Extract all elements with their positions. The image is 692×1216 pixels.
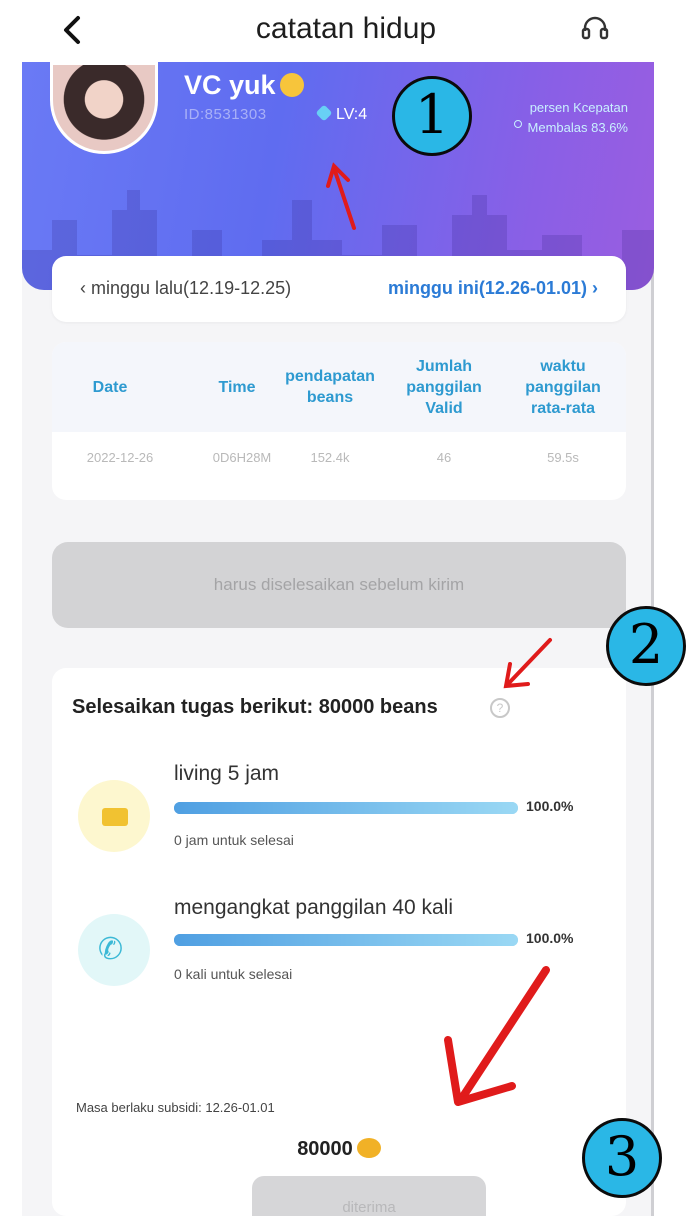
diamond-icon xyxy=(315,104,333,122)
progress-fill xyxy=(174,802,518,814)
phone-icon: ✆ xyxy=(78,914,150,986)
annotation-badge-3: 3 xyxy=(582,1118,662,1198)
reply-speed-value: Membalas 83.6% xyxy=(527,120,628,135)
app-frame: VC yuk ID:8531303 LV:4 persen Kcepatan M… xyxy=(22,62,654,1216)
reply-speed-label: persen Kcepatan xyxy=(529,100,628,115)
column-header-time: Time xyxy=(218,378,256,396)
submit-button[interactable]: harus diselesaikan sebelum kirim xyxy=(52,542,626,628)
task-name: living 5 jam xyxy=(174,762,280,785)
accept-button[interactable]: diterima xyxy=(252,1176,486,1216)
column-header-beans: pendapatan beans xyxy=(285,368,375,406)
cell-date: 2022-12-26 xyxy=(86,450,154,465)
info-dot-icon xyxy=(513,120,522,128)
column-header-valid-calls: Jumlah panggilan Valid xyxy=(406,357,482,417)
cell-time: 0D6H28M xyxy=(212,450,272,465)
progress-bar xyxy=(174,802,518,814)
bean-icon xyxy=(356,1138,381,1158)
progress-percent: 100.0% xyxy=(526,798,574,814)
annotation-badge-1: 1 xyxy=(392,76,472,156)
avatar[interactable] xyxy=(50,62,158,154)
progress-percent: 100.0% xyxy=(526,930,574,946)
reply-speed: persen Kcepatan Membalas 83.6% xyxy=(513,98,628,138)
reward-amount: 80000 xyxy=(52,1138,626,1161)
user-id: ID:8531303 xyxy=(184,106,267,123)
task-title: Selesaikan tugas berikut: 80000 beans xyxy=(72,696,438,718)
column-header-date: Date xyxy=(92,378,128,396)
task-remaining: 0 jam untuk selesai xyxy=(174,832,294,848)
level-text: LV:4 xyxy=(336,106,368,123)
task-remaining: 0 kali untuk selesai xyxy=(174,966,293,982)
current-week-link[interactable]: minggu ini(12.26-01.01) › xyxy=(388,278,598,299)
subsidy-validity: Masa berlaku subsidi: 12.26-01.01 xyxy=(76,1100,275,1115)
smile-emoji-icon xyxy=(279,73,304,97)
stats-table: Date Time pendapatan beans Jumlah panggi… xyxy=(52,342,626,500)
progress-bar xyxy=(174,934,518,946)
progress-fill xyxy=(174,934,518,946)
annotation-badge-2: 2 xyxy=(606,606,686,686)
week-switcher: ‹ minggu lalu(12.19-12.25) minggu ini(12… xyxy=(52,256,626,322)
level-badge: LV:4 xyxy=(315,104,368,124)
help-icon[interactable]: ? xyxy=(490,698,510,718)
cell-avg-call-time: 59.5s xyxy=(547,450,579,465)
task-card: Selesaikan tugas berikut: 80000 beans ? … xyxy=(52,668,626,1216)
headset-icon[interactable] xyxy=(580,14,610,44)
column-header-avg-call-time: waktu panggilan rata-rata xyxy=(525,357,601,417)
cell-valid-calls: 46 xyxy=(436,450,452,465)
previous-week-link[interactable]: ‹ minggu lalu(12.19-12.25) xyxy=(80,278,291,299)
cell-beans: 152.4k xyxy=(310,450,350,465)
user-name: VC yuk xyxy=(184,70,304,101)
task-name: mengangkat panggilan 40 kali xyxy=(174,896,454,919)
box-icon xyxy=(78,780,150,852)
top-nav: catatan hidup xyxy=(0,0,692,62)
reward-amount-text: 80000 xyxy=(297,1138,353,1160)
user-name-text: VC yuk xyxy=(184,70,276,100)
